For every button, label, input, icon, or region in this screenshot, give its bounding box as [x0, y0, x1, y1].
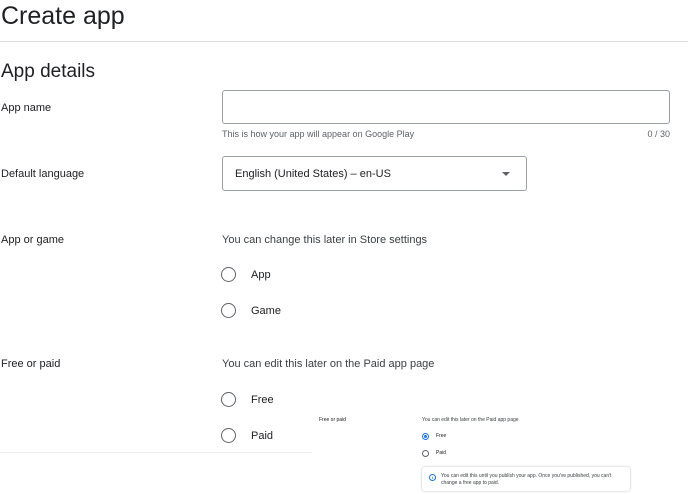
info-icon: i [429, 474, 436, 481]
dropdown-arrow-icon [502, 172, 510, 176]
default-language-value: English (United States) – en-US [235, 168, 391, 180]
info-banner-text: You can edit this until you publish your… [441, 473, 612, 486]
radio-game-label: Game [251, 305, 281, 317]
default-language-label: Default language [1, 168, 85, 180]
preview-radio-free-label: Free [436, 433, 447, 439]
radio-paid-label: Paid [251, 430, 274, 442]
free-or-paid-hint: You can edit this later on the Paid app … [222, 358, 435, 370]
app-or-game-hint: You can change this later in Store setti… [222, 234, 428, 246]
radio-circle-icon[interactable] [221, 392, 236, 407]
free-or-paid-label: Free or paid [1, 358, 61, 370]
app-name-input[interactable] [222, 90, 670, 124]
app-name-counter: 0 / 30 [647, 129, 670, 139]
app-name-helper: This is how your app will appear on Goog… [222, 129, 415, 139]
radio-checked-icon[interactable] [422, 433, 429, 440]
page-title: Create app [1, 2, 125, 30]
section-title: App details [1, 61, 96, 82]
free-or-paid-preview: Free or paid You can edit this later on … [312, 410, 688, 494]
title-divider [0, 41, 688, 42]
radio-circle-icon[interactable] [221, 267, 236, 282]
info-banner: i You can edit this until you publish yo… [422, 467, 630, 491]
radio-circle-icon[interactable] [221, 428, 236, 443]
radio-circle-icon[interactable] [221, 303, 236, 318]
radio-free-label: Free [251, 394, 274, 406]
preview-label: Free or paid [319, 417, 346, 423]
divider [0, 452, 312, 453]
radio-circle-icon[interactable] [422, 450, 429, 457]
preview-radio-paid-label: Paid [436, 450, 447, 456]
app-or-game-label: App or game [1, 234, 64, 246]
app-name-label: App name [1, 102, 52, 114]
radio-app-label: App [251, 269, 271, 281]
default-language-select[interactable]: English (United States) – en-US [222, 156, 527, 191]
preview-hint: You can edit this later on the Paid app … [422, 417, 519, 423]
